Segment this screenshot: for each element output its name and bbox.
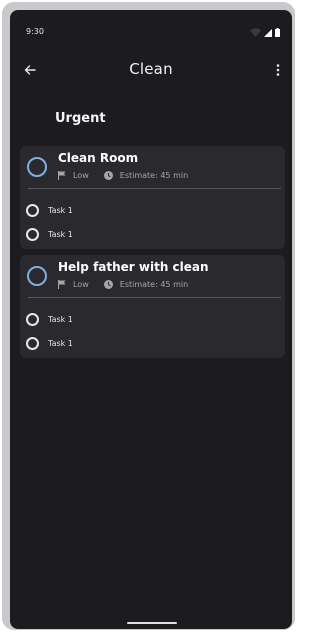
signal-icon	[264, 29, 272, 37]
estimate-label: Estimate: 45 min	[119, 280, 189, 289]
priority-label: Low	[73, 280, 89, 289]
task-meta: Low Estimate: 45 min	[58, 280, 188, 289]
divider	[28, 188, 281, 189]
device-frame: 9:30 Clean Urgent Clean Room Low Estimat…	[2, 2, 295, 630]
app-bar: Clean	[10, 50, 292, 90]
task-card[interactable]: Help father with clean Low Estimate: 45 …	[20, 255, 285, 358]
subtask-label: Task 1	[48, 314, 73, 324]
status-bar: 9:30	[10, 10, 292, 37]
subtask-label: Task 1	[48, 338, 73, 348]
home-indicator[interactable]	[127, 622, 177, 624]
flag-icon	[58, 171, 66, 180]
section-title: Urgent	[55, 111, 106, 126]
flag-icon	[58, 280, 66, 289]
subtask-item[interactable]: Task 1	[26, 202, 73, 218]
subtask-item[interactable]: Task 1	[26, 226, 73, 242]
subtask-checkbox[interactable]	[26, 203, 39, 217]
status-time: 9:30	[26, 27, 44, 36]
subtask-item[interactable]: Task 1	[26, 335, 73, 351]
page-title: Clean	[129, 60, 173, 78]
task-complete-checkbox[interactable]	[27, 157, 47, 177]
subtask-checkbox[interactable]	[26, 336, 39, 350]
task-title: Help father with clean	[58, 260, 209, 274]
subtask-item[interactable]: Task 1	[26, 311, 73, 327]
clock-icon	[103, 280, 113, 289]
task-card[interactable]: Clean Room Low Estimate: 45 min Task 1 T…	[20, 146, 285, 249]
battery-icon	[275, 28, 280, 37]
more-options-button[interactable]	[270, 60, 286, 80]
divider	[28, 297, 281, 298]
task-meta: Low Estimate: 45 min	[58, 171, 188, 180]
task-title: Clean Room	[58, 151, 139, 165]
clock-icon	[103, 171, 113, 180]
more-vert-icon	[276, 64, 280, 76]
task-complete-checkbox[interactable]	[27, 266, 47, 286]
subtask-checkbox[interactable]	[26, 312, 39, 326]
wifi-icon	[250, 28, 261, 37]
subtask-checkbox[interactable]	[26, 227, 39, 241]
priority-label: Low	[73, 171, 89, 180]
status-icons	[250, 28, 280, 37]
estimate-label: Estimate: 45 min	[119, 171, 189, 180]
app-screen: 9:30 Clean Urgent Clean Room Low Estimat…	[10, 10, 292, 629]
subtask-label: Task 1	[48, 205, 73, 215]
subtask-label: Task 1	[48, 229, 73, 239]
